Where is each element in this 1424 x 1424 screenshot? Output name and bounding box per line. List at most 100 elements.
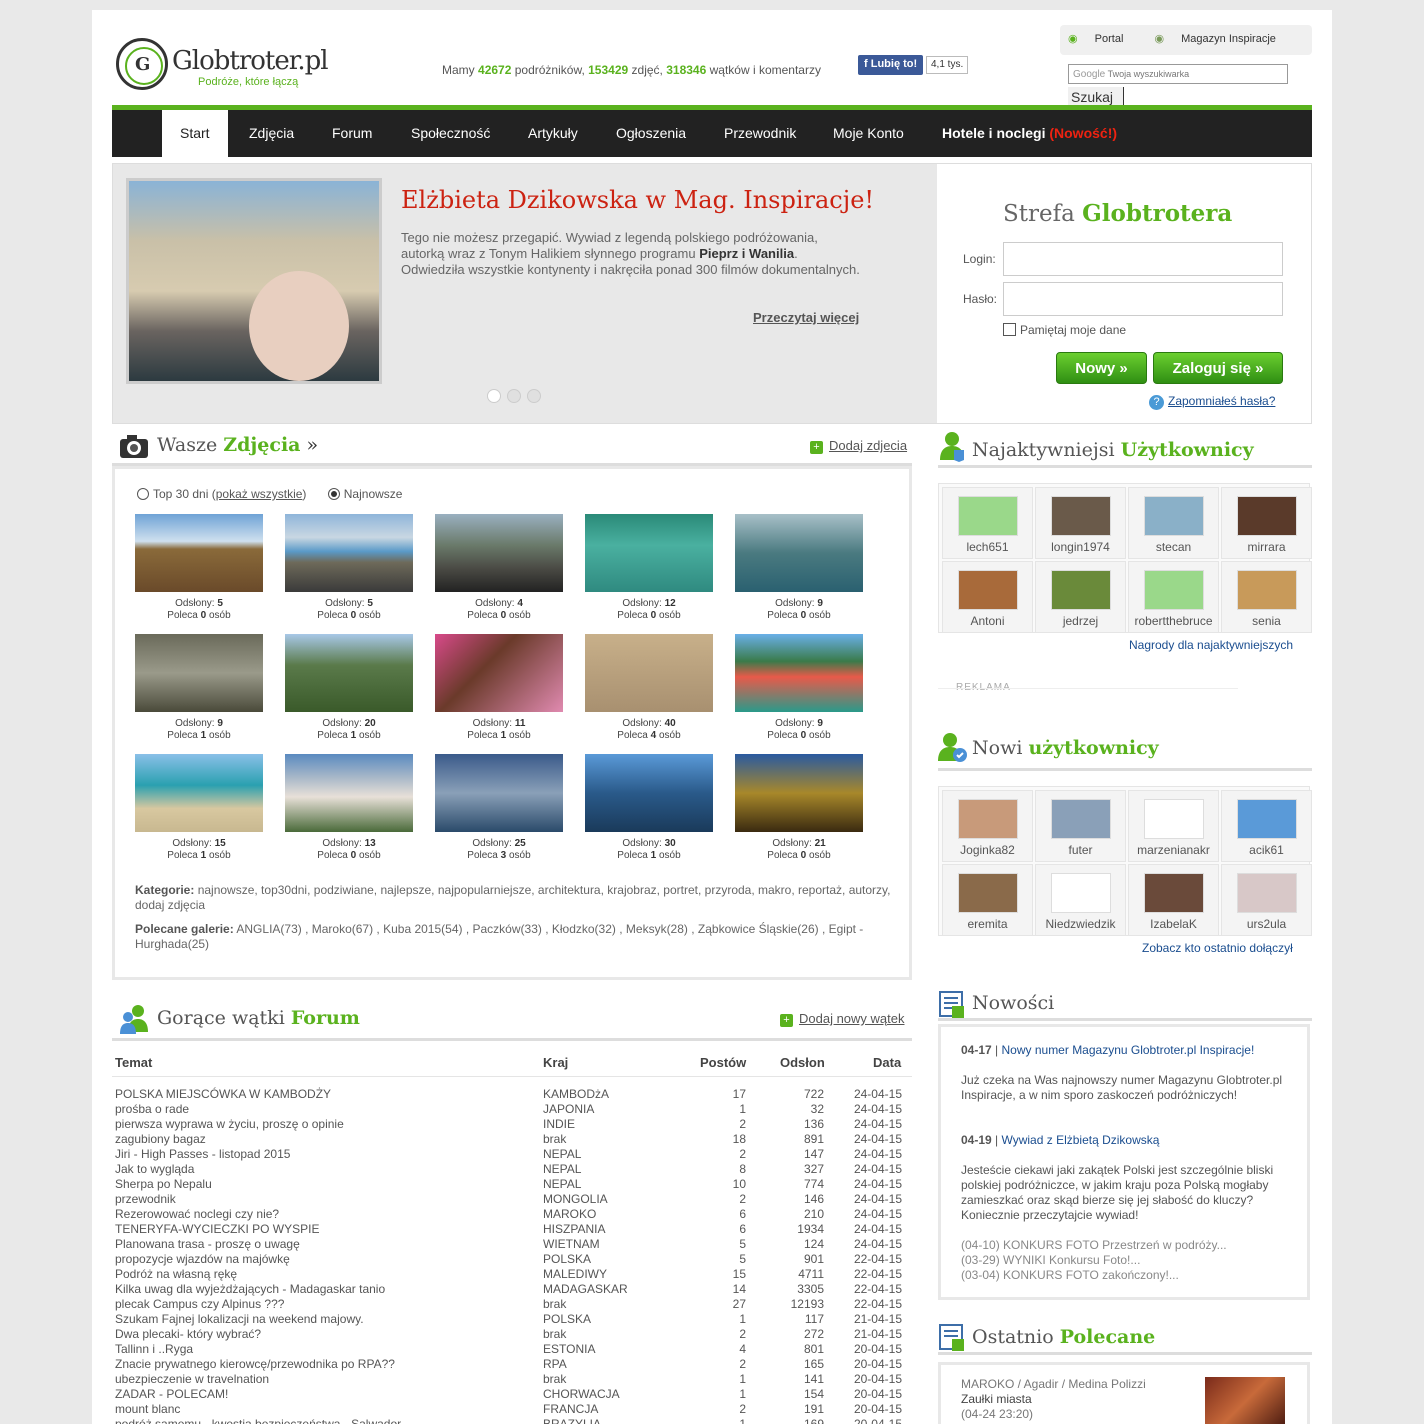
- news-older-1[interactable]: (04-10) KONKURS FOTO Przestrzeń w podróż…: [961, 1238, 1291, 1253]
- username[interactable]: futer: [1036, 843, 1125, 857]
- photo-image[interactable]: [135, 514, 263, 592]
- facebook-like-button[interactable]: f Lubię to!: [858, 55, 924, 75]
- photo-image[interactable]: [585, 634, 713, 712]
- user-card[interactable]: mirrara: [1221, 487, 1312, 559]
- table-row[interactable]: Sherpa po Nepalu NEPAL 10 774 24-04-15: [112, 1177, 912, 1192]
- thread-topic[interactable]: Kilka uwag dla wyjeżdżających - Madagask…: [115, 1282, 385, 1297]
- photo-thumb[interactable]: Odsłony: 15 Poleca 1 osób: [135, 754, 263, 862]
- avatar[interactable]: [957, 873, 1018, 913]
- table-row[interactable]: pierwsza wyprawa w życiu, proszę o opini…: [112, 1117, 912, 1132]
- avatar[interactable]: [1050, 799, 1111, 839]
- user-card[interactable]: longin1974: [1035, 487, 1126, 559]
- user-card[interactable]: acik61: [1221, 790, 1312, 862]
- user-card[interactable]: jedrzej: [1035, 561, 1126, 633]
- photo-thumb[interactable]: Odsłony: 40 Poleca 4 osób: [585, 634, 713, 742]
- featured-title[interactable]: Elżbieta Dzikowska w Mag. Inspiracje!: [401, 186, 874, 214]
- news-item-1-head[interactable]: 04-17 | Nowy numer Magazynu Globtroter.p…: [961, 1043, 1291, 1058]
- table-row[interactable]: Podróż na własną rękę MALEDIWY 15 4711 22-04…: [112, 1267, 912, 1282]
- photo-image[interactable]: [735, 754, 863, 832]
- photo-thumb[interactable]: Odsłony: 20 Poleca 1 osób: [285, 634, 413, 742]
- nav-articles[interactable]: Artykuły: [528, 110, 578, 157]
- photo-thumb[interactable]: Odsłony: 30 Poleca 1 osób: [585, 754, 713, 862]
- table-row[interactable]: Szukam Fajnej lokalizacji na weekend maj…: [112, 1312, 912, 1327]
- photo-image[interactable]: [435, 514, 563, 592]
- user-card[interactable]: marzenianakr: [1128, 790, 1219, 862]
- photo-thumb[interactable]: Odsłony: 9 Poleca 0 osób: [735, 634, 863, 742]
- table-row[interactable]: propozycje wjazdów na majówkę POLSKA 5 901 2…: [112, 1252, 912, 1267]
- password-input[interactable]: [1003, 282, 1283, 316]
- username[interactable]: Joginka82: [943, 843, 1032, 857]
- search-input[interactable]: Google Twoja wyszukiwarka: [1068, 64, 1288, 84]
- photo-thumb[interactable]: Odsłony: 12 Poleca 0 osób: [585, 514, 713, 622]
- see-new-users-link[interactable]: Zobacz kto ostatnio dołączył: [1142, 941, 1293, 955]
- user-card[interactable]: robertthebruce: [1128, 561, 1219, 633]
- photo-thumb[interactable]: Odsłony: 4 Poleca 0 osób: [435, 514, 563, 622]
- user-card[interactable]: eremita: [942, 864, 1033, 936]
- photo-image[interactable]: [585, 754, 713, 832]
- user-card[interactable]: IzabelaK: [1128, 864, 1219, 936]
- username[interactable]: Antoni: [943, 614, 1032, 628]
- table-row[interactable]: plecak Campus czy Alpinus ??? brak 27 12193…: [112, 1297, 912, 1312]
- read-more-link[interactable]: Przeczytaj więcej: [753, 310, 859, 325]
- thread-topic[interactable]: Planowana trasa - proszę o uwagę: [115, 1237, 300, 1252]
- table-row[interactable]: TENERYFA-WYCIECZKI PO WYSPIE HISZPANIA 6 19…: [112, 1222, 912, 1237]
- table-row[interactable]: Dwa plecaki- który wybrać? brak 2 272 21-04-…: [112, 1327, 912, 1342]
- photo-thumb[interactable]: Odsłony: 25 Poleca 3 osób: [435, 754, 563, 862]
- thread-topic[interactable]: Jiri - High Passes - listopad 2015: [115, 1147, 290, 1162]
- photo-image[interactable]: [285, 634, 413, 712]
- thread-topic[interactable]: Rezerowować noclegi czy nie?: [115, 1207, 279, 1222]
- news-older-2[interactable]: (03-29) WYNIKI Konkursu Foto!...: [961, 1253, 1291, 1268]
- forum-section-title[interactable]: Gorące wątki Forum: [157, 1007, 360, 1029]
- avatar[interactable]: [1236, 873, 1297, 913]
- slider-dot-2[interactable]: [507, 389, 521, 403]
- photo-thumb[interactable]: Odsłony: 21 Poleca 0 osób: [735, 754, 863, 862]
- radio-top30[interactable]: [137, 488, 149, 500]
- thread-topic[interactable]: POLSKA MIEJSCÓWKA W KAMBODŻY: [115, 1087, 331, 1102]
- thread-topic[interactable]: ZADAR - POLECAM!: [115, 1387, 228, 1402]
- username[interactable]: Niedzwiedzik: [1036, 917, 1125, 931]
- thread-topic[interactable]: zagubiony bagaz: [115, 1132, 206, 1147]
- avatar[interactable]: [1143, 799, 1204, 839]
- photo-image[interactable]: [285, 754, 413, 832]
- filter-top30[interactable]: Top 30 dni (pokaż wszystkie): [137, 487, 306, 501]
- photo-image[interactable]: [135, 634, 263, 712]
- photo-thumb[interactable]: Odsłony: 11 Poleca 1 osób: [435, 634, 563, 742]
- recommended-thumbnail[interactable]: [1205, 1377, 1285, 1424]
- thread-topic[interactable]: podróż samemu - kwestia bezpieczeństwa -…: [115, 1417, 401, 1424]
- show-all-link[interactable]: pokaż wszystkie: [216, 487, 303, 501]
- username[interactable]: robertthebruce: [1129, 614, 1218, 628]
- nav-guide[interactable]: Przewodnik: [724, 110, 796, 157]
- login-button[interactable]: Zaloguj się »: [1153, 352, 1283, 384]
- forgot-password-link[interactable]: ? Zapomniałeś hasła?: [1149, 394, 1275, 410]
- news-item-2-head[interactable]: 04-19 | Wywiad z Elżbietą Dzikowską: [961, 1133, 1291, 1148]
- add-photos-link[interactable]: + Dodaj zdjecia: [810, 438, 907, 454]
- photo-image[interactable]: [435, 634, 563, 712]
- user-card[interactable]: Antoni: [942, 561, 1033, 633]
- categories-links[interactable]: najnowsze, top30dni, podziwiane, najleps…: [135, 883, 891, 912]
- table-row[interactable]: ZADAR - POLECAM! CHORWACJA 1 154 20-04-15: [112, 1387, 912, 1402]
- site-logo[interactable]: G Globtroter.pl Podróże, które łączą: [116, 38, 329, 94]
- username[interactable]: lech651: [943, 540, 1032, 554]
- avatar[interactable]: [957, 496, 1018, 536]
- photo-thumb[interactable]: Odsłony: 5 Poleca 0 osób: [285, 514, 413, 622]
- thread-topic[interactable]: prośba o rade: [115, 1102, 189, 1117]
- photos-section-title[interactable]: Wasze Zdjęcia »: [157, 434, 318, 456]
- table-row[interactable]: podróż samemu - kwestia bezpieczeństwa -…: [112, 1417, 912, 1424]
- table-row[interactable]: prośba o rade JAPONIA 1 32 24-04-15: [112, 1102, 912, 1117]
- username[interactable]: mirrara: [1222, 540, 1311, 554]
- avatar[interactable]: [957, 799, 1018, 839]
- featured-image[interactable]: [126, 178, 382, 384]
- table-row[interactable]: Planowana trasa - proszę o uwagę WIETNAM 5…: [112, 1237, 912, 1252]
- photo-image[interactable]: [735, 514, 863, 592]
- user-card[interactable]: urs2ula: [1221, 864, 1312, 936]
- user-card[interactable]: Joginka82: [942, 790, 1033, 862]
- table-row[interactable]: POLSKA MIEJSCÓWKA W KAMBODŻY KAMBODżA 17 72…: [112, 1087, 912, 1102]
- news-older-3[interactable]: (03-04) KONKURS FOTO zakończony!...: [961, 1268, 1291, 1283]
- avatar[interactable]: [1236, 570, 1297, 610]
- slider-dot-3[interactable]: [527, 389, 541, 403]
- avatar[interactable]: [1143, 570, 1204, 610]
- avatar[interactable]: [1143, 496, 1204, 536]
- table-row[interactable]: Rezerowować noclegi czy nie? MAROKO 6 210 24…: [112, 1207, 912, 1222]
- photo-image[interactable]: [735, 634, 863, 712]
- table-row[interactable]: mount blanc FRANCJA 2 191 20-04-15: [112, 1402, 912, 1417]
